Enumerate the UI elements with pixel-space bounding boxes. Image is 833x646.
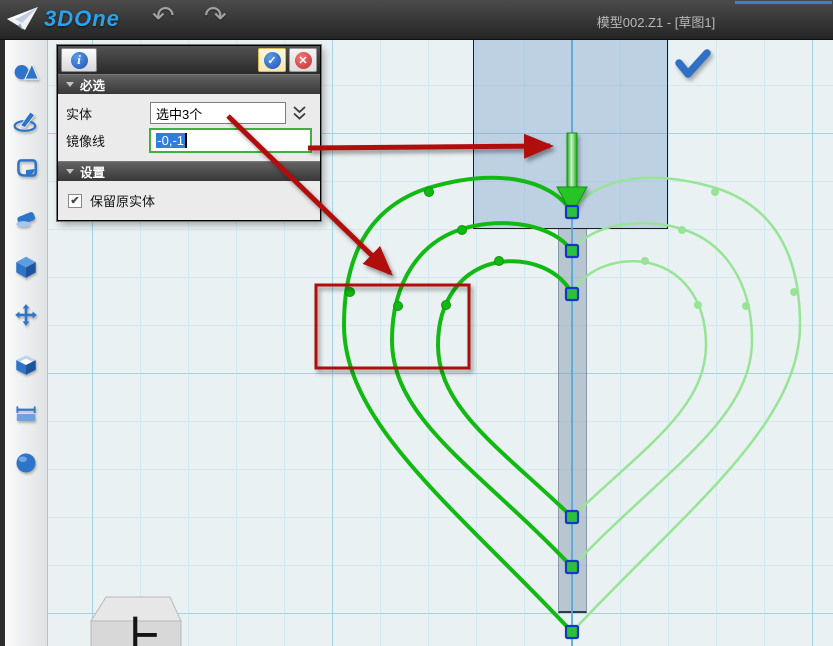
- curve-point[interactable]: [346, 288, 355, 297]
- info-button[interactable]: i: [61, 48, 97, 72]
- heart-curve[interactable]: [438, 261, 572, 517]
- collapse-triangle-icon: [66, 169, 74, 174]
- collapse-triangle-icon: [66, 82, 74, 87]
- mirror-dialog: i ✓ ✕ 必选 实体 选中3个: [57, 45, 321, 221]
- curve-point[interactable]: [394, 302, 403, 311]
- chevron-double-down-icon[interactable]: [286, 105, 312, 121]
- assembly-icon[interactable]: [5, 340, 47, 389]
- heart-curve-mirror: [572, 261, 706, 517]
- keep-original-checkbox[interactable]: ✔: [68, 194, 82, 208]
- curve-point[interactable]: [442, 301, 451, 310]
- entity-input[interactable]: 选中3个: [150, 102, 286, 124]
- curve-point-mirror: [711, 188, 719, 196]
- app-logo-text: 3DOne: [44, 6, 120, 32]
- curve-point[interactable]: [458, 226, 467, 235]
- tool-sidebar: [0, 40, 48, 646]
- undo-icon[interactable]: ↶: [152, 1, 175, 32]
- sketch-handle[interactable]: [566, 206, 578, 218]
- required-section-label: 必选: [80, 75, 105, 94]
- close-icon: ✕: [295, 52, 312, 69]
- eraser-icon[interactable]: [5, 193, 47, 242]
- dialog-close-button[interactable]: ✕: [289, 48, 317, 72]
- material-render-icon[interactable]: [5, 438, 47, 487]
- view-cube-face-label: 上: [111, 614, 163, 646]
- sketch-handle[interactable]: [566, 288, 578, 300]
- view-cube[interactable]: 上: [91, 597, 181, 646]
- dialog-title-bar: i ✓ ✕: [58, 46, 320, 74]
- sketch-handle[interactable]: [566, 561, 578, 573]
- measure-icon[interactable]: [5, 389, 47, 438]
- redo-icon[interactable]: ↷: [204, 1, 227, 32]
- entity-label: 实体: [66, 104, 150, 123]
- primitives-icon[interactable]: [5, 46, 47, 95]
- heart-curve-mirror: [572, 223, 752, 567]
- curve-point-mirror: [790, 288, 798, 296]
- mirror-line-input[interactable]: -0,-1: [149, 128, 312, 153]
- ribbon-accent-strip: [735, 1, 832, 4]
- info-icon: i: [71, 52, 88, 69]
- sketch-handle[interactable]: [566, 511, 578, 523]
- curve-point[interactable]: [425, 188, 434, 197]
- sketch-plane-icon[interactable]: [5, 144, 47, 193]
- app-logo: 3DOne: [6, 5, 120, 33]
- curve-point-mirror: [742, 302, 750, 310]
- text-caret: [185, 133, 187, 148]
- required-section-header[interactable]: 必选: [58, 74, 320, 94]
- settings-section-label: 设置: [80, 162, 105, 181]
- sketch-handle[interactable]: [566, 626, 578, 638]
- solid-edit-icon[interactable]: [5, 242, 47, 291]
- paper-plane-icon: [6, 5, 40, 33]
- move-icon[interactable]: [5, 291, 47, 340]
- document-title: 模型002.Z1 - [草图1]: [520, 12, 792, 31]
- curve-point[interactable]: [495, 257, 504, 266]
- keep-original-label: 保留原实体: [90, 191, 155, 210]
- curve-point-mirror: [678, 226, 686, 234]
- dialog-ok-button[interactable]: ✓: [258, 48, 286, 72]
- entity-value: 选中3个: [156, 104, 202, 123]
- confirm-check-icon[interactable]: [679, 53, 707, 74]
- curve-point-mirror: [641, 257, 649, 265]
- mirror-line-label: 镜像线: [66, 131, 149, 150]
- app-window: 3DOne ↶ ↷ 模型002.Z1 - [草图1]: [0, 0, 833, 646]
- sketch-handle[interactable]: [566, 245, 578, 257]
- title-bar: 3DOne ↶ ↷ 模型002.Z1 - [草图1]: [0, 0, 833, 40]
- curve-point-mirror: [694, 301, 702, 309]
- heart-curve[interactable]: [392, 223, 572, 567]
- mirror-line-value: -0,-1: [156, 133, 185, 148]
- settings-section-header[interactable]: 设置: [58, 161, 320, 181]
- sketch-draw-icon[interactable]: [5, 95, 47, 144]
- ok-check-icon: ✓: [264, 52, 281, 69]
